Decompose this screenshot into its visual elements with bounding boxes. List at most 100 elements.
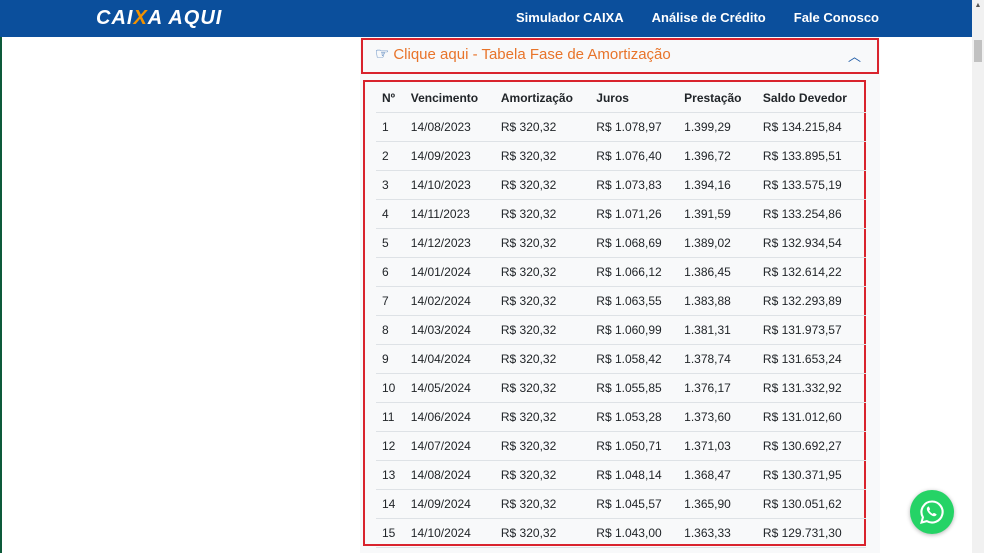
table-cell: R$ 1.050,71 — [590, 431, 679, 461]
table-cell: R$ 1.073,83 — [590, 170, 679, 200]
column-header: Juros — [590, 83, 679, 113]
amortization-table: Nº Vencimento Amortização Juros Prestação Sal… — [376, 83, 866, 548]
table-row: 13 14/08/2024 R$ 320,32 R$ 1.048,14 1.368,47… — [376, 460, 866, 490]
column-header: Prestação — [678, 83, 757, 113]
table-cell: 14/09/2023 — [404, 141, 495, 171]
table-cell: R$ 320,32 — [494, 431, 591, 461]
table-cell: R$ 320,32 — [494, 257, 591, 287]
table-cell: R$ 1.058,42 — [590, 344, 679, 374]
table-row: 7 14/02/2024 R$ 320,32 R$ 1.063,55 1.383,88 R… — [376, 286, 866, 316]
table-row: 8 14/03/2024 R$ 320,32 R$ 1.060,99 1.381,31 R… — [376, 315, 866, 345]
table-cell: 4 — [376, 199, 405, 229]
chevron-up-icon[interactable]: ︿ — [848, 46, 861, 65]
scrollbar[interactable]: ▲ — [972, 0, 984, 553]
table-cell: R$ 132.293,89 — [756, 286, 866, 316]
table-cell: 1.391,59 — [678, 199, 757, 229]
scroll-up-arrow-icon[interactable]: ▲ — [972, 0, 984, 12]
table-cell: 1.383,88 — [678, 286, 757, 316]
table-cell: R$ 1.053,28 — [590, 402, 679, 432]
table-row: 2 14/09/2023 R$ 320,32 R$ 1.076,40 1.396,72 R… — [376, 141, 866, 171]
table-cell: R$ 130.051,62 — [756, 489, 866, 519]
table-row: 3 14/10/2023 R$ 320,32 R$ 1.073,83 1.394,16 R… — [376, 170, 866, 200]
table-cell: R$ 1.048,14 — [590, 460, 679, 490]
table-row: 9 14/04/2024 R$ 320,32 R$ 1.058,42 1.378,74 R… — [376, 344, 866, 374]
table-cell: R$ 130.371,95 — [756, 460, 866, 490]
table-cell: 14/09/2024 — [404, 489, 495, 519]
table-cell: R$ 1.078,97 — [590, 112, 679, 142]
table-cell: R$ 1.043,00 — [590, 518, 679, 548]
table-cell: 14/01/2024 — [404, 257, 495, 287]
nav-link-2[interactable]: Fale Conosco — [794, 10, 879, 25]
table-cell: 8 — [376, 315, 405, 345]
table-row: 14 14/09/2024 R$ 320,32 R$ 1.045,57 1.365,90… — [376, 489, 866, 519]
table-cell: R$ 131.332,92 — [756, 373, 866, 403]
hand-pointing-icon: ☞ — [375, 46, 390, 63]
table-cell: R$ 320,32 — [494, 460, 591, 490]
table-cell: 10 — [376, 373, 405, 403]
table-cell: 6 — [376, 257, 405, 287]
table-cell: 1.363,33 — [678, 518, 757, 548]
table-cell: 13 — [376, 460, 405, 490]
table-cell: 3 — [376, 170, 405, 200]
top-navbar: CAIXA AQUI Simulador CAIXA Análise de Cré… — [0, 0, 972, 37]
table-cell: R$ 132.934,54 — [756, 228, 866, 258]
column-header: Vencimento — [404, 83, 495, 113]
table-cell: 1 — [376, 112, 405, 142]
table-cell: 2 — [376, 141, 405, 171]
table-cell: 1.376,17 — [678, 373, 757, 403]
table-cell: R$ 1.060,99 — [590, 315, 679, 345]
table-cell: 12 — [376, 431, 405, 461]
table-cell: R$ 1.068,69 — [590, 228, 679, 258]
whatsapp-button[interactable] — [910, 490, 954, 534]
window-edge — [0, 0, 2, 553]
table-row: 1 14/08/2023 R$ 320,32 R$ 1.078,97 1.399,29 R… — [376, 112, 866, 142]
table-cell: 14/04/2024 — [404, 344, 495, 374]
table-cell: 1.371,03 — [678, 431, 757, 461]
table-cell: 15 — [376, 518, 405, 548]
table-cell: 1.368,47 — [678, 460, 757, 490]
table-cell: R$ 320,32 — [494, 170, 591, 200]
table-cell: R$ 320,32 — [494, 373, 591, 403]
table-cell: R$ 320,32 — [494, 228, 591, 258]
table-cell: 14/08/2023 — [404, 112, 495, 142]
table-cell: 14/06/2024 — [404, 402, 495, 432]
table-row: 10 14/05/2024 R$ 320,32 R$ 1.055,85 1.376,17… — [376, 373, 866, 403]
table-cell: 14/03/2024 — [404, 315, 495, 345]
table-row: 5 14/12/2023 R$ 320,32 R$ 1.068,69 1.389,02 R… — [376, 228, 866, 258]
table-cell: R$ 131.653,24 — [756, 344, 866, 374]
nav-link-1[interactable]: Análise de Crédito — [652, 10, 766, 25]
table-cell: 14/07/2024 — [404, 431, 495, 461]
table-cell: 14 — [376, 489, 405, 519]
table-row: 12 14/07/2024 R$ 320,32 R$ 1.050,71 1.371,03… — [376, 431, 866, 461]
nav-link-0[interactable]: Simulador CAIXA — [516, 10, 624, 25]
column-header: Nº — [376, 83, 405, 113]
table-cell: 1.373,60 — [678, 402, 757, 432]
table-cell: R$ 1.055,85 — [590, 373, 679, 403]
table-cell: R$ 320,32 — [494, 141, 591, 171]
table-cell: R$ 320,32 — [494, 489, 591, 519]
table-cell: 1.381,31 — [678, 315, 757, 345]
table-cell: R$ 320,32 — [494, 199, 591, 229]
table-cell: 1.394,16 — [678, 170, 757, 200]
column-header: Amortização — [494, 83, 591, 113]
accordion-toggle-amortization[interactable]: ☞ Clique aqui - Tabela Fase de Amortizaç… — [361, 38, 879, 74]
table-cell: R$ 133.254,86 — [756, 199, 866, 229]
caixa-aqui-logo[interactable]: CAIXA AQUI — [96, 7, 222, 30]
whatsapp-icon — [920, 500, 944, 524]
table-cell: 1.396,72 — [678, 141, 757, 171]
table-cell: R$ 320,32 — [494, 344, 591, 374]
table-cell: 1.386,45 — [678, 257, 757, 287]
table-cell: 11 — [376, 402, 405, 432]
table-row: 15 14/10/2024 R$ 320,32 R$ 1.043,00 1.363,33… — [376, 518, 866, 548]
table-row: 11 14/06/2024 R$ 320,32 R$ 1.053,28 1.373,60… — [376, 402, 866, 432]
table-cell: R$ 1.063,55 — [590, 286, 679, 316]
table-cell: 14/05/2024 — [404, 373, 495, 403]
scroll-thumb[interactable] — [974, 40, 982, 62]
table-cell: 7 — [376, 286, 405, 316]
table-cell: R$ 1.071,26 — [590, 199, 679, 229]
table-cell: 14/11/2023 — [404, 199, 495, 229]
table-cell: 14/02/2024 — [404, 286, 495, 316]
table-row: 6 14/01/2024 R$ 320,32 R$ 1.066,12 1.386,45 R… — [376, 257, 866, 287]
table-cell: R$ 1.045,57 — [590, 489, 679, 519]
table-cell: 1.399,29 — [678, 112, 757, 142]
